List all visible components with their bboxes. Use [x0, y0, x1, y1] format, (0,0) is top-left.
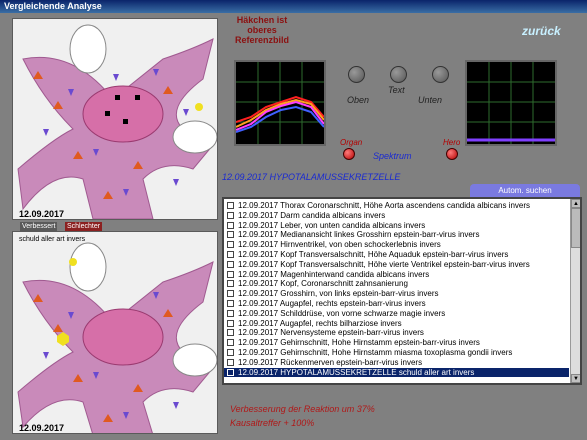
- list-item[interactable]: 12.09.2017 Darm candida albicans invers: [224, 211, 569, 221]
- list-item[interactable]: 12.09.2017 HYPOTALAMUSSEKRETZELLE schuld…: [224, 367, 569, 378]
- list-item-text: 12.09.2017 Schilddrüse, von vorne schwar…: [238, 308, 446, 318]
- checkbox[interactable]: [227, 319, 234, 327]
- list-item-text: 12.09.2017 Augapfel, rechts bilharziose …: [238, 318, 402, 328]
- knob-oben[interactable]: [348, 66, 365, 83]
- list-item-text: 12.09.2017 Darm candida albicans invers: [238, 210, 386, 220]
- list-item-text: 12.09.2017 Kopf, Coronarschnitt zahnsani…: [238, 279, 408, 289]
- result-improvement: Verbesserung der Reaktion um 37%: [230, 404, 375, 414]
- checkbox[interactable]: [227, 299, 234, 307]
- checkbox[interactable]: [227, 358, 234, 366]
- list-rows: 12.09.2017 Thorax Coronarschnitt, Höhe A…: [224, 201, 569, 378]
- checkbox[interactable]: [227, 280, 234, 288]
- list-item[interactable]: 12.09.2017 Augapfel, rechts epstein-barr…: [224, 299, 569, 309]
- hint-line-2: Referenzbild: [234, 35, 289, 45]
- scroll-up-icon[interactable]: ▲: [571, 199, 580, 208]
- list-item[interactable]: 12.09.2017 Leber, von unten candida albi…: [224, 221, 569, 231]
- label-spektrum: Spektrum: [373, 151, 412, 161]
- knob-unten[interactable]: [432, 66, 449, 83]
- bottom-caption: schuld aller art invers: [19, 236, 86, 243]
- list-item[interactable]: 12.09.2017 Kopf, Coronarschnitt zahnsani…: [224, 279, 569, 289]
- list-item[interactable]: 12.09.2017 Grosshirn, von links epstein-…: [224, 289, 569, 299]
- hero-led[interactable]: [446, 148, 458, 160]
- findings-list[interactable]: 12.09.2017 Thorax Coronarschnitt, Höhe A…: [222, 197, 582, 385]
- reference-image-panel[interactable]: 12.09.2017: [12, 18, 218, 220]
- list-item-text: 12.09.2017 Thorax Coronarschnitt, Höhe A…: [238, 201, 531, 210]
- list-item[interactable]: 12.09.2017 Augapfel, rechts bilharziose …: [224, 319, 569, 329]
- list-item[interactable]: 12.09.2017 Gehirnschnitt, Hohe Hirnstamm…: [224, 338, 569, 348]
- list-item[interactable]: 12.09.2017 Rückenmerven epstein-barr-vir…: [224, 358, 569, 368]
- list-item[interactable]: 12.09.2017 Nervensysteme epstein-barr-vi…: [224, 328, 569, 338]
- tab-improved[interactable]: Verbessert: [20, 222, 58, 231]
- checkbox[interactable]: [227, 329, 234, 337]
- cell-image-top: [13, 19, 217, 219]
- scrollbar[interactable]: ▲ ▼: [570, 199, 580, 383]
- result-causal: Kausaltreffer + 100%: [230, 418, 315, 428]
- checkbox[interactable]: [227, 241, 234, 249]
- checkbox[interactable]: [227, 211, 234, 219]
- knob-text[interactable]: [390, 66, 407, 83]
- list-item-text: 12.09.2017 Nervensysteme epstein-barr-vi…: [238, 328, 424, 338]
- comparison-image-panel[interactable]: schuld aller art invers 12.09.2017: [12, 231, 218, 434]
- label-organ: Organ: [340, 138, 363, 147]
- list-item-text: 12.09.2017 Augapfel, rechts epstein-barr…: [238, 298, 426, 308]
- list-item-text: 12.09.2017 Kopf Transversalschnitt, Höhe…: [238, 259, 530, 269]
- scroll-down-icon[interactable]: ▼: [571, 374, 580, 383]
- checkbox[interactable]: [227, 250, 234, 258]
- hint-line-1: Häkchen ist oberes: [236, 15, 288, 35]
- checkbox[interactable]: [227, 202, 234, 209]
- list-item-text: 12.09.2017 Hirnventrikel, von oben schoc…: [238, 240, 441, 250]
- comparison-date: 12.09.2017: [19, 423, 65, 433]
- list-item[interactable]: 12.09.2017 Magenhinterwand candida albic…: [224, 270, 569, 280]
- list-item[interactable]: 12.09.2017 Thorax Coronarschnitt, Höhe A…: [224, 201, 569, 211]
- autom-search-button[interactable]: Autom. suchen: [470, 184, 580, 198]
- label-unten: Unten: [418, 95, 443, 105]
- label-oben: Oben: [347, 95, 370, 105]
- list-item-text: 12.09.2017 Gehirnschnitt, Hohe Hirnstamm…: [238, 347, 513, 357]
- checkbox[interactable]: [227, 260, 234, 268]
- list-item-text: 12.09.2017 HYPOTALAMUSSEKRETZELLE schuld…: [238, 367, 475, 377]
- list-item[interactable]: 12.09.2017 Medianansicht linkes Grosshir…: [224, 230, 569, 240]
- checkbox[interactable]: [227, 339, 234, 347]
- list-item-text: 12.09.2017 Gehirnschnitt, Hohe Hirnstamm…: [238, 338, 480, 348]
- list-item-text: 12.09.2017 Medianansicht linkes Grosshir…: [238, 230, 480, 240]
- reference-date: 12.09.2017: [19, 209, 65, 219]
- scope-left-graph: [236, 62, 324, 144]
- checkbox[interactable]: [227, 290, 234, 298]
- checkbox[interactable]: [227, 309, 234, 317]
- window-title: Vergleichende Analyse: [0, 0, 587, 13]
- list-item[interactable]: 12.09.2017 Kopf Transversalschnitt, Höhe…: [224, 250, 569, 260]
- scope-right-graph: [467, 62, 555, 144]
- list-item-text: 12.09.2017 Kopf Transversalschnitt, Höhe…: [238, 249, 509, 259]
- list-item[interactable]: 12.09.2017 Kopf Transversalschnitt, Höhe…: [224, 260, 569, 270]
- hint-text: Häkchen ist oberes Referenzbild: [222, 15, 302, 45]
- list-item-text: 12.09.2017 Leber, von unten candida albi…: [238, 220, 426, 230]
- list-item[interactable]: 12.09.2017 Schilddrüse, von vorne schwar…: [224, 309, 569, 319]
- label-text: Text: [388, 85, 405, 95]
- checkbox[interactable]: [227, 231, 234, 239]
- checkbox[interactable]: [227, 348, 234, 356]
- label-hero: Hero: [443, 138, 461, 147]
- scope-left: [234, 60, 326, 146]
- list-item[interactable]: 12.09.2017 Hirnventrikel, von oben schoc…: [224, 240, 569, 250]
- checkbox[interactable]: [227, 368, 234, 376]
- list-item-text: 12.09.2017 Grosshirn, von links epstein-…: [238, 289, 439, 299]
- scope-right: [465, 60, 557, 146]
- list-item-text: 12.09.2017 Magenhinterwand candida albic…: [238, 269, 430, 279]
- cell-image-bottom: [13, 232, 217, 433]
- organ-led[interactable]: [343, 148, 355, 160]
- selected-heading: 12.09.2017 HYPOTALAMUSSEKRETZELLE: [222, 172, 401, 182]
- back-button[interactable]: zurück: [522, 24, 561, 38]
- tab-worse[interactable]: Schlechter: [65, 222, 103, 231]
- list-item[interactable]: 12.09.2017 Gehirnschnitt, Hohe Hirnstamm…: [224, 348, 569, 358]
- list-item-text: 12.09.2017 Rückenmerven epstein-barr-vir…: [238, 357, 423, 367]
- checkbox[interactable]: [227, 221, 234, 229]
- checkbox[interactable]: [227, 270, 234, 278]
- scroll-thumb[interactable]: [571, 208, 580, 248]
